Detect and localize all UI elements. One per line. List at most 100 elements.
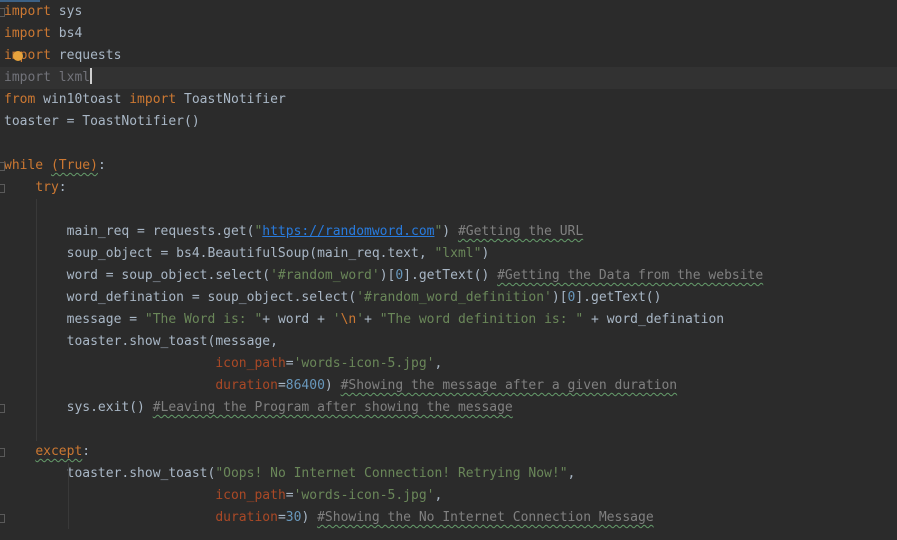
code-line-text: main_req = requests.get("https://randomw… [4,221,584,243]
code-line[interactable]: main_req = requests.get("https://randomw… [0,221,897,243]
code-token: ) [324,378,341,393]
code-token: bs4 [50,26,83,41]
code-line[interactable]: toaster = ToastNotifier() [0,111,897,133]
code-token: soup_object = bs4.BeautifulSoup(main_req… [4,246,435,261]
code-line[interactable]: word = soup_object.select('#random_word'… [0,265,897,287]
code-line[interactable]: import lxml [0,67,897,89]
code-token: ) [481,246,490,261]
code-line-text: sys.exit() #Leaving the Program after sh… [4,397,513,419]
code-token: lxml [50,70,91,85]
code-token: toaster.show_toast(message, [4,334,278,349]
fold-marker-icon[interactable] [0,514,5,523]
code-editor[interactable]: import sys import bs4 import requests impor… [0,0,897,540]
code-token: + word + [262,312,333,327]
lightbulb-icon[interactable] [13,51,23,61]
code-token: 0 [395,268,404,283]
code-line[interactable]: icon_path='words-icon-5.jpg', [0,353,897,375]
code-token: win10toast [35,92,130,107]
code-line-text: soup_object = bs4.BeautifulSoup(main_req… [4,243,490,265]
code-line-text: icon_path='words-icon-5.jpg', [4,353,442,375]
code-token: , [567,466,576,481]
code-line[interactable] [0,199,897,221]
code-token: '#random_word_definition' [356,290,552,305]
code-line-text: try: [4,177,66,199]
code-line[interactable]: while (True): [0,155,897,177]
code-token: duration [215,510,278,525]
code-token: )[ [551,290,568,305]
code-line-text: duration=86400) #Showing the message aft… [4,375,677,397]
code-line[interactable]: soup_object = bs4.BeautifulSoup(main_req… [0,243,897,265]
code-line[interactable]: from win10toast import ToastNotifier [0,89,897,111]
code-line[interactable]: except: [0,441,897,463]
code-line[interactable]: import requests [0,45,897,67]
code-token: sys.exit() [4,400,153,415]
code-line-text: toaster.show_toast(message, [4,331,278,353]
code-line[interactable]: duration=86400) #Showing the message aft… [0,375,897,397]
code-line[interactable] [0,419,897,441]
code-line[interactable]: sys.exit() #Leaving the Program after sh… [0,397,897,419]
code-line-text: toaster = ToastNotifier() [4,111,200,133]
code-token: "The word definition is: " [379,312,584,327]
code-line[interactable] [0,133,897,155]
code-line[interactable]: icon_path='words-icon-5.jpg', [0,485,897,507]
code-line-text: import lxml [4,67,93,89]
fold-marker-icon[interactable] [0,184,5,193]
code-token: "Oops! No Internet Connection! Retrying … [215,466,568,481]
code-token: except [35,444,83,459]
code-token: = [285,356,294,371]
code-line[interactable]: import bs4 [0,23,897,45]
code-token: ) [301,510,318,525]
fold-marker-icon[interactable] [0,8,5,17]
code-line-text: word_defination = soup_object.select('#r… [4,287,662,309]
code-token: #Getting the Data from the website [497,268,764,283]
fold-marker-icon[interactable] [0,162,5,171]
code-line[interactable]: word_defination = soup_object.select('#r… [0,287,897,309]
code-token: import [4,70,51,85]
indent-guide [68,463,69,529]
code-token: : [97,158,106,173]
code-token: ToastNotifier [176,92,286,107]
code-token: ].getText() [575,290,662,305]
code-line[interactable]: toaster.show_toast(message, [0,331,897,353]
code-token: toaster.show_toast( [4,466,216,481]
code-token: #Showing the message after a given durat… [340,378,678,393]
code-line[interactable]: import sys [0,1,897,23]
code-token: , [434,356,443,371]
code-token: word_defination = soup_object.select( [4,290,357,305]
code-token: ].getText() [403,268,498,283]
code-line[interactable]: duration=30) #Showing the No Internet Co… [0,507,897,529]
code-token: import [129,92,177,107]
code-token: try [35,180,59,195]
code-token: from [4,92,36,107]
code-line-text: import sys [4,1,82,23]
code-token: toaster = ToastNotifier() [4,114,200,129]
code-line[interactable]: message = "The Word is: "+ word + '\n' + … [0,309,897,331]
code-token: , [434,488,443,503]
code-token: 'words-icon-5.jpg' [293,356,435,371]
code-line-text: word = soup_object.select('#random_word'… [4,265,764,287]
code-token: #Leaving the Program after showing the m… [152,400,513,415]
code-token: import [4,48,51,63]
code-token: #Getting the URL [457,224,584,239]
code-line-text: icon_path='words-icon-5.jpg', [4,485,442,507]
code-line-text: toaster.show_toast("Oops! No Internet Co… [4,463,576,485]
code-line-text: duration=30) #Showing the No Internet Co… [4,507,653,529]
code-line[interactable]: toaster.show_toast("Oops! No Internet Co… [0,463,897,485]
code-line[interactable]: try: [0,177,897,199]
code-token: duration [215,378,278,393]
code-token: '#random_word' [270,268,380,283]
code-line-text: import bs4 [4,23,82,45]
code-token: = [285,488,294,503]
code-token: icon_path [215,488,286,503]
fold-marker-icon[interactable] [0,448,5,457]
code-token: sys [50,4,83,19]
code-token: ) [442,224,458,239]
fold-marker-icon[interactable] [0,404,5,413]
code-token: = [277,378,286,393]
code-token: "lxml" [434,246,482,261]
code-token: 86400 [285,378,325,393]
